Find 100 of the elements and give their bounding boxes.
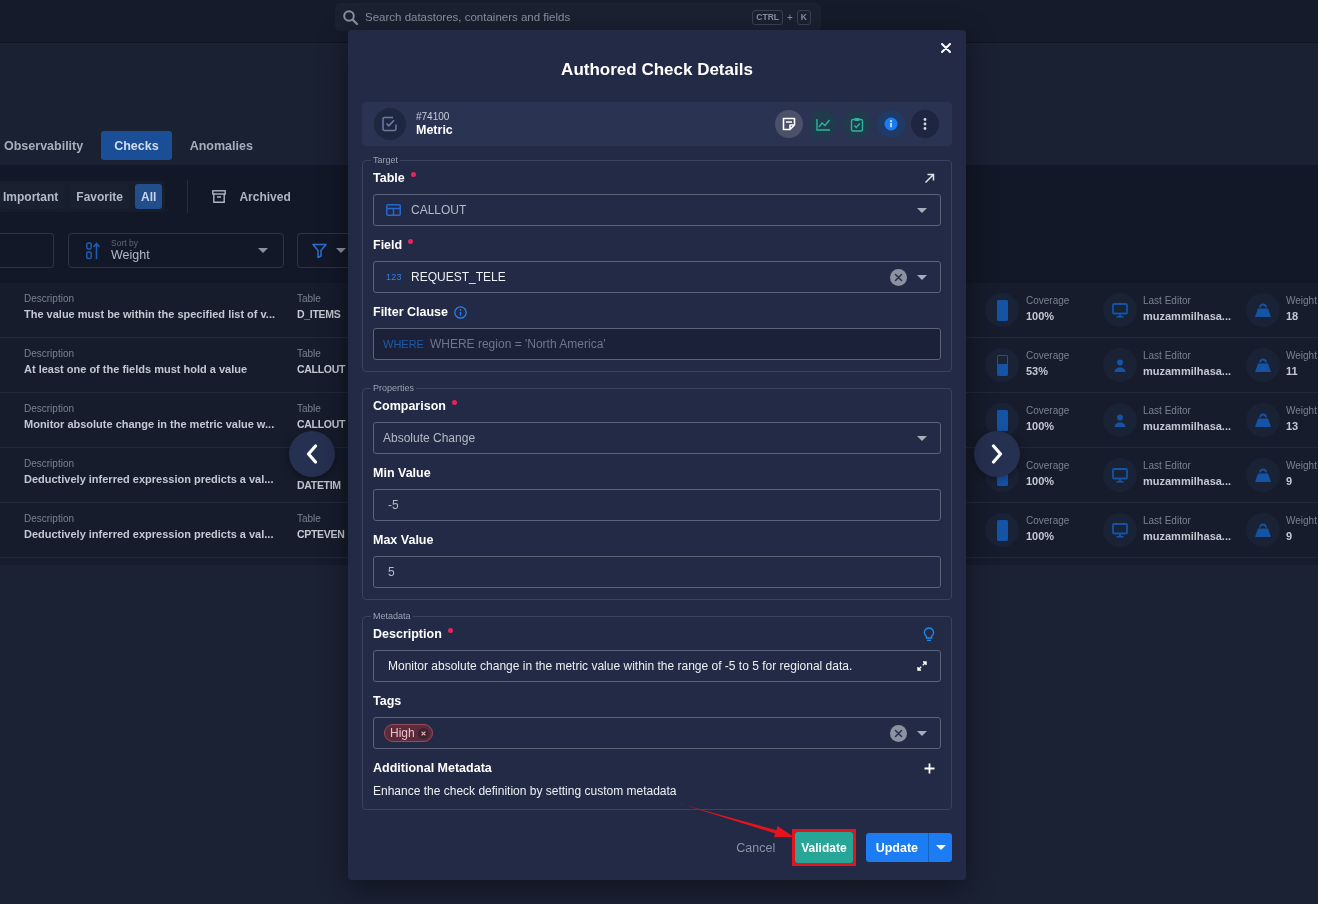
clipboard-button[interactable] [843, 110, 871, 138]
person-icon [1103, 348, 1137, 382]
lightbulb-icon[interactable] [923, 626, 935, 642]
filter-chip[interactable]: All [135, 184, 163, 209]
weight-icon [1246, 348, 1280, 382]
weight-value: 13 [1286, 418, 1299, 433]
check-id: #74100 [416, 110, 450, 123]
coverage-label: Coverage [1026, 294, 1070, 307]
table-name: CPTEVEN [297, 527, 345, 541]
close-icon [941, 43, 951, 53]
chevron-left-icon [306, 444, 318, 464]
line-chart-icon [815, 117, 831, 131]
table-name: DATETIM [297, 478, 341, 492]
more-icon [923, 117, 927, 131]
description-text: At least one of the fields must hold a value [24, 362, 248, 376]
table-name: CALLOUT [297, 362, 346, 376]
field-label: Comparison [373, 399, 446, 413]
field-label: Max Value [373, 533, 434, 547]
weight-value: 18 [1286, 308, 1299, 323]
value-input[interactable]: 5 [373, 556, 941, 588]
close-button[interactable] [938, 40, 954, 56]
monitor-icon [1103, 458, 1137, 492]
update-button[interactable]: Update [865, 833, 928, 862]
editor-name: muzammilhasa... [1143, 308, 1232, 323]
menu-button[interactable] [928, 833, 952, 862]
remove-icon[interactable] [417, 727, 429, 739]
section-legend: Properties [371, 383, 417, 393]
sort-select[interactable]: Sort by Weight [68, 233, 284, 268]
key-joiner: + [787, 11, 793, 23]
caret-icon [917, 207, 927, 213]
description-text: Deductively inferred expression predicts a val... [24, 527, 274, 541]
archived-button[interactable]: Archived [212, 189, 291, 204]
table-select[interactable]: CALLOUT [373, 194, 941, 226]
description-label: Description [24, 458, 75, 470]
check-type: Metric [416, 122, 453, 138]
info-icon[interactable] [454, 305, 468, 319]
editor-label: Last Editor [1143, 514, 1191, 527]
tab[interactable]: Observability [0, 131, 97, 160]
tags-select[interactable]: High [373, 717, 941, 749]
coverage-value: 100% [1026, 528, 1055, 543]
weight-icon [1246, 403, 1280, 437]
notes-button[interactable] [775, 110, 803, 138]
more-button[interactable] [911, 110, 939, 138]
expand-icon[interactable] [917, 661, 927, 671]
field-label: Tags [373, 694, 402, 708]
description-label: Description [24, 513, 75, 525]
caret-icon [336, 248, 346, 253]
section-legend: Target [371, 155, 400, 165]
weight-label: Weight [1286, 404, 1317, 417]
description-text: Deductively inferred expression predicts a val... [24, 472, 274, 486]
editor-label: Last Editor [1143, 459, 1191, 472]
checkbox-icon [374, 108, 406, 140]
weight-icon [1246, 513, 1280, 547]
keyboard-key: K [796, 9, 811, 25]
description-input[interactable]: Monitor absolute change in the metric value within the range of -5 to 5 for regional data. [373, 650, 941, 682]
weight-icon [1246, 293, 1280, 327]
comparison-select[interactable]: Absolute Change [373, 422, 941, 454]
caret-icon [935, 845, 946, 850]
filter-icon [312, 243, 327, 258]
editor-name: muzammilhasa... [1143, 418, 1232, 433]
tab[interactable]: Checks [101, 131, 172, 160]
value-input[interactable]: -5 [373, 489, 941, 521]
keyword-label: WHERE [383, 338, 424, 350]
weight-value: 9 [1286, 473, 1293, 488]
cancel-button[interactable]: Cancel [736, 840, 776, 855]
field-label: Field [373, 238, 403, 252]
chart-button[interactable] [809, 110, 837, 138]
table-label: Table [297, 513, 321, 525]
monitor-icon [1103, 513, 1137, 547]
add-icon[interactable] [924, 762, 935, 774]
clear-icon[interactable] [890, 724, 907, 742]
chevron-right-icon [991, 444, 1003, 464]
info-button[interactable] [877, 110, 905, 138]
search-bar[interactable]: Search datastores, containers and fields CTRL + K [335, 3, 821, 31]
search-icon [343, 9, 358, 25]
person-icon [1103, 403, 1137, 437]
dialog-title: Authored Check Details [561, 60, 753, 80]
field-select[interactable]: 123 REQUEST_TELE [373, 261, 941, 293]
filter-input[interactable]: WHERE region = 'North America' [429, 337, 927, 351]
coverage-label: Coverage [1026, 404, 1070, 417]
editor-label: Last Editor [1143, 404, 1191, 417]
caret-icon [917, 435, 927, 441]
tab[interactable]: Anomalies [176, 131, 266, 160]
caret-icon [258, 248, 268, 253]
editor-label: Last Editor [1143, 349, 1191, 362]
sort-icon [86, 241, 101, 260]
coverage-value: 100% [1026, 473, 1055, 488]
search-input[interactable]: Search datastores, containers and fields [365, 11, 746, 23]
text-field[interactable] [0, 233, 54, 268]
weight-label: Weight [1286, 349, 1317, 362]
description-text: The value must be within the specified list of v... [24, 307, 275, 321]
description-label: Description [24, 293, 75, 305]
tag-chip[interactable]: High [384, 724, 433, 742]
description-label: Description [24, 403, 75, 415]
clear-icon[interactable] [890, 268, 907, 286]
monitor-icon [1103, 293, 1137, 327]
data-type-label: 123 [386, 272, 401, 282]
table-name: D_ITEMS [297, 307, 341, 321]
open-link-icon[interactable] [924, 172, 935, 184]
coverage-value: 100% [1026, 418, 1055, 433]
